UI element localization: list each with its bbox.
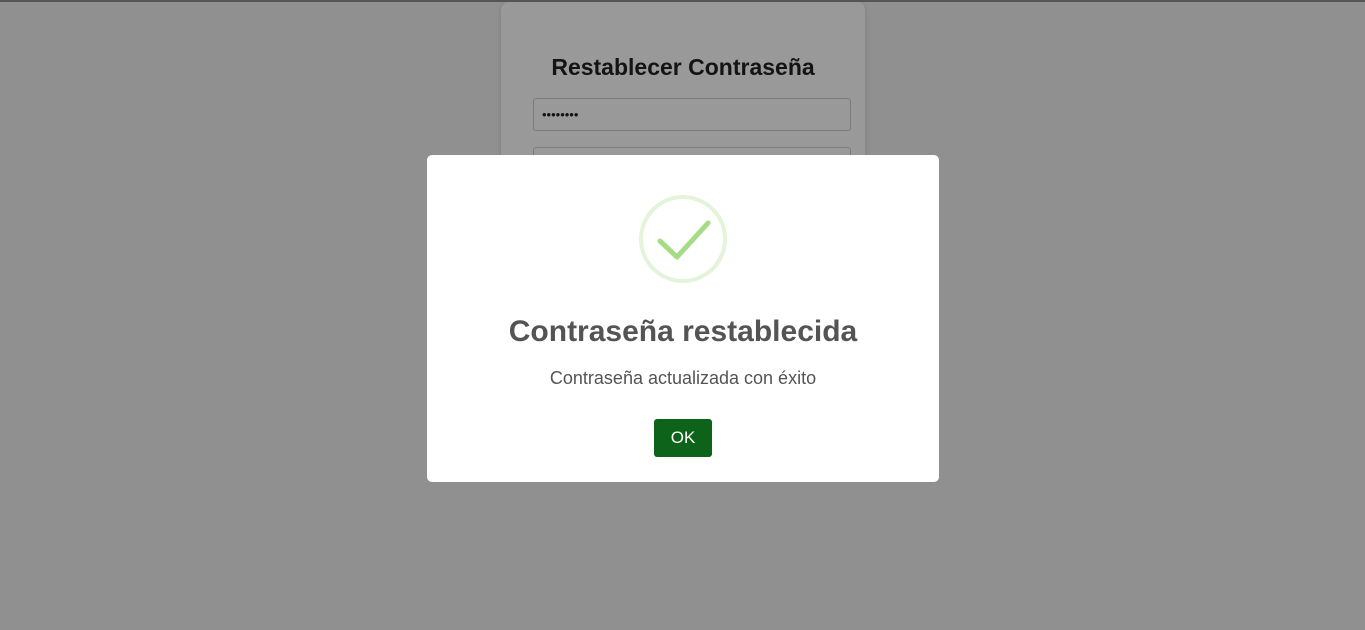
ok-button[interactable]: OK [654, 419, 712, 457]
dialog-title: Contraseña restablecida [508, 315, 858, 348]
dialog-message: Contraseña actualizada con éxito [549, 368, 817, 388]
window-top-border [0, 0, 1365, 2]
success-dialog: Contraseña restablecida Contraseña actua… [427, 155, 939, 482]
checkmark-success-icon [639, 195, 727, 283]
